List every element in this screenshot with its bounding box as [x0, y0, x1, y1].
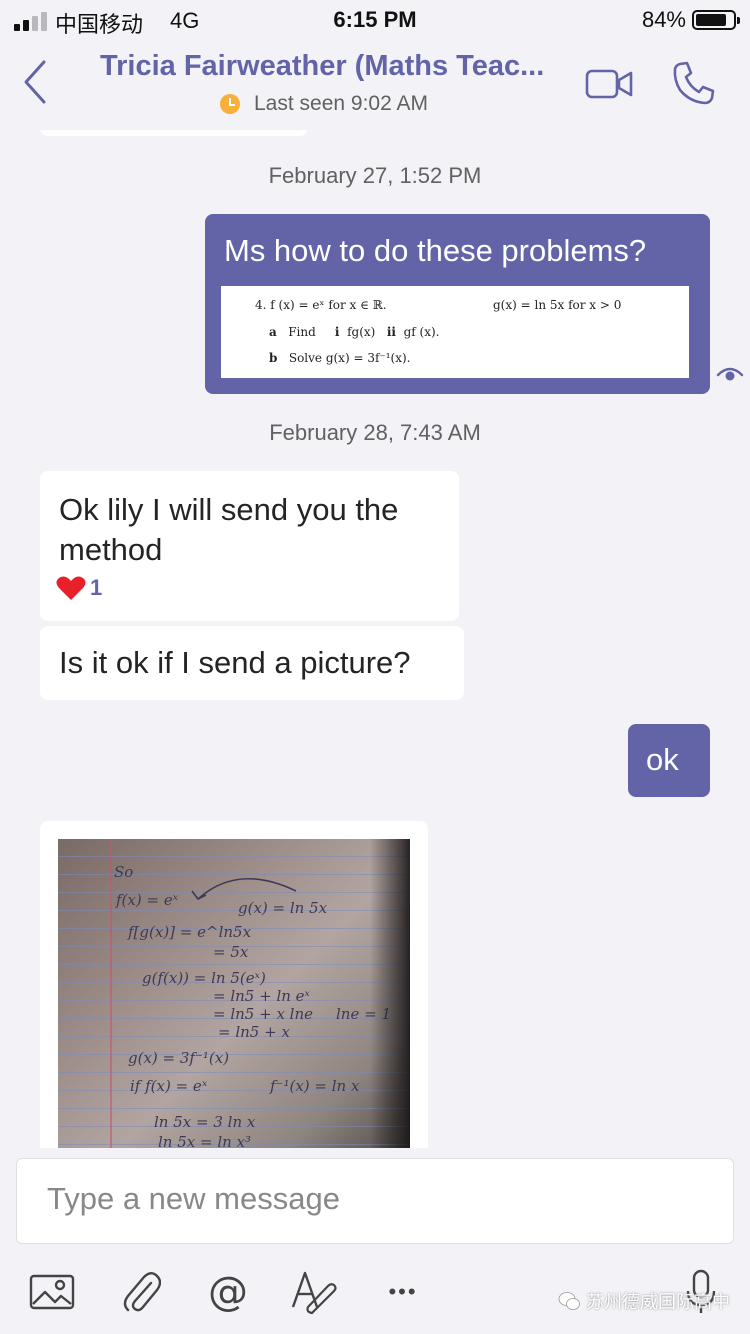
- date-separator: February 28, 7:43 AM: [269, 420, 481, 445]
- phone-icon: [673, 61, 715, 105]
- at-mention-icon: @: [208, 1269, 248, 1315]
- attach-file-button[interactable]: [116, 1266, 166, 1318]
- message-list[interactable]: February 27, 1:52 PM Ms how to do these …: [0, 130, 750, 1148]
- watermark-text: 苏州德威国际高中: [586, 1292, 730, 1313]
- handwriting-line: = ln5 + x: [218, 1023, 290, 1041]
- problem-line-3: b Solve g(x) = 3f⁻¹(x).: [269, 351, 410, 365]
- handwriting-line: ln 5x = ln x³: [158, 1133, 252, 1148]
- attach-image-button[interactable]: [27, 1266, 77, 1318]
- solve-text: Solve g(x) = 3f⁻¹(x).: [288, 351, 411, 365]
- problem-line-1-right: g(x) = ln 5x for x > 0: [493, 298, 622, 312]
- outgoing-message[interactable]: Ms how to do these problems? 4. f (x) = …: [205, 214, 710, 394]
- find-text: Find: [288, 325, 316, 339]
- message-input[interactable]: Type a new message: [16, 1158, 734, 1244]
- handwriting-line: g(x) = 3f⁻¹(x): [128, 1049, 230, 1067]
- handwriting-line: g(f(x)) = ln 5(eˣ): [142, 969, 266, 987]
- away-clock-icon: [220, 94, 240, 114]
- status-bar: 中国移动 4G 6:15 PM 84%: [0, 0, 750, 40]
- back-button[interactable]: [20, 58, 56, 106]
- watermark: 苏州德威国际高中: [558, 1288, 730, 1314]
- presence-status: Last seen 9:02 AM: [220, 92, 428, 116]
- chevron-left-icon: [24, 60, 46, 104]
- handwriting-line: f[g(x)] = e^ln5x: [128, 923, 252, 941]
- at-mention-button[interactable]: @: [203, 1266, 253, 1318]
- message-image-attachment[interactable]: 4. f (x) = eˣ for x ∈ ℝ. g(x) = ln 5x fo…: [221, 286, 689, 378]
- incoming-image-message[interactable]: So f(x) = eˣ g(x) = ln 5x f[g(x)] = e^ln…: [40, 821, 428, 1148]
- more-options-button[interactable]: •••: [378, 1266, 428, 1318]
- status-time: 6:15 PM: [333, 7, 417, 32]
- battery-percent: 84%: [641, 7, 686, 32]
- battery-icon: [692, 10, 740, 30]
- incoming-message[interactable]: Ok lily I will send you the method 1: [40, 471, 459, 621]
- audio-call-button[interactable]: [672, 60, 716, 106]
- part-a-label: a: [269, 325, 277, 339]
- outgoing-message[interactable]: ok: [628, 724, 710, 797]
- message-input-placeholder: Type a new message: [47, 1181, 340, 1216]
- part-i-label: i: [334, 325, 340, 339]
- handwriting-line: = ln5 + x lne: [213, 1005, 314, 1023]
- reaction-summary[interactable]: 1: [56, 575, 102, 601]
- date-separator: February 27, 1:52 PM: [268, 163, 482, 188]
- handwriting-line: = ln5 + ln eˣ: [213, 987, 310, 1005]
- chat-header: Tricia Fairweather (Maths Teac... Last s…: [0, 40, 750, 130]
- more-icon: •••: [388, 1279, 418, 1304]
- handwriting-line: f(x) = eˣ: [116, 891, 179, 909]
- curved-arrow-icon: [191, 877, 297, 901]
- part-b-label: b: [269, 351, 278, 365]
- message-text: ok: [646, 742, 679, 777]
- reaction-count: 1: [90, 575, 103, 600]
- handwriting-line: So: [114, 863, 134, 881]
- previous-message-bubble: [40, 130, 308, 136]
- message-text: Ms how to do these problems?: [224, 233, 647, 268]
- format-icon: [291, 1271, 337, 1315]
- format-button[interactable]: [290, 1266, 340, 1318]
- handwriting-line: ln 5x = 3 ln x: [154, 1113, 256, 1131]
- handwritten-solution-photo[interactable]: So f(x) = eˣ g(x) = ln 5x f[g(x)] = e^ln…: [58, 839, 410, 1148]
- message-text: Is it ok if I send a picture?: [59, 645, 411, 680]
- video-call-button[interactable]: [585, 66, 633, 102]
- part-ii-expr: gf (x).: [403, 325, 440, 339]
- chat-title[interactable]: Tricia Fairweather (Maths Teac...: [100, 50, 570, 83]
- incoming-message[interactable]: Is it ok if I send a picture?: [40, 626, 464, 700]
- handwriting-line: if f(x) = eˣ: [130, 1077, 208, 1095]
- message-text: Ok lily I will send you the method: [59, 492, 399, 567]
- problem-line-1: 4. f (x) = eˣ for x ∈ ℝ.: [255, 298, 387, 312]
- image-icon: [29, 1274, 75, 1310]
- paperclip-icon: [123, 1272, 161, 1312]
- problem-line-2: a Find i fg(x) ii gf (x).: [269, 325, 439, 339]
- part-ii-label: ii: [386, 325, 396, 339]
- heart-icon: [56, 576, 86, 600]
- part-i-expr: fg(x): [347, 325, 376, 339]
- last-seen-text: Last seen 9:02 AM: [254, 92, 428, 115]
- wechat-logo-icon: [558, 1292, 580, 1310]
- video-camera-icon: [585, 69, 633, 99]
- eye-icon: [716, 367, 744, 381]
- handwriting-line: f⁻¹(x) = ln x: [270, 1077, 360, 1095]
- handwriting-line: = 5x: [213, 943, 249, 961]
